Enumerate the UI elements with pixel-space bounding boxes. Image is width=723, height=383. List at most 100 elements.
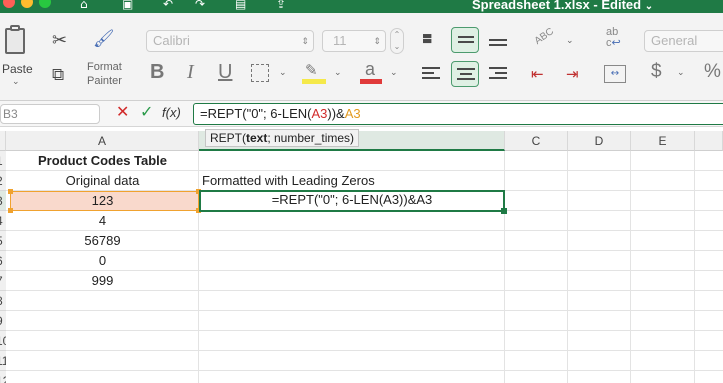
align-left-icon[interactable]	[422, 67, 440, 79]
align-center-button[interactable]	[451, 61, 479, 87]
cell-a3[interactable]: 123	[6, 191, 199, 211]
clipboard-icon[interactable]	[5, 28, 25, 54]
font-color-dropdown-icon[interactable]: ⌄	[390, 68, 398, 78]
font-name-value: Calibri	[153, 33, 190, 48]
gridline	[567, 151, 568, 383]
cell-a7[interactable]: 999	[6, 271, 199, 291]
tooltip-function-name: REPT(	[210, 131, 246, 145]
format-painter-label-2: Painter	[87, 75, 122, 87]
row-header-11[interactable]: 11	[0, 351, 6, 371]
percent-button[interactable]: %	[704, 61, 721, 83]
gridline	[630, 151, 631, 383]
insert-function-button[interactable]: f(x)	[162, 105, 181, 120]
formula-ref-a3-red: A3	[311, 106, 328, 121]
home-icon[interactable]: ⌂	[80, 0, 88, 11]
font-size-select[interactable]: 11 ⇕	[322, 30, 386, 52]
decrease-indent-icon[interactable]: ⇤	[531, 65, 544, 83]
column-header-c[interactable]: C	[505, 131, 568, 151]
bold-button[interactable]: B	[150, 61, 164, 84]
text-orientation-button[interactable]: ABC	[533, 26, 556, 47]
gridline	[694, 151, 695, 383]
format-painter-label[interactable]: Format	[87, 61, 122, 73]
cell-b2[interactable]: Formatted with Leading Zeros	[202, 171, 502, 191]
name-box[interactable]: B3	[0, 104, 100, 124]
italic-button[interactable]: I	[187, 61, 194, 84]
save-icon[interactable]: ▣	[122, 0, 133, 11]
row-header-12[interactable]: 12	[0, 371, 6, 383]
tooltip-active-argument[interactable]: text	[246, 131, 267, 145]
formula-input[interactable]: =REPT("0"; 6-LEN(A3))&A3	[193, 103, 723, 125]
font-color-button[interactable]: a	[360, 59, 382, 85]
formula-text-prefix: =REPT("0"; 6-LEN(	[200, 106, 312, 121]
worksheet-grid[interactable]: A B C D E 1 2 3 4 5 6 7 8 9 10 11 12 Pro…	[0, 127, 723, 383]
underline-button[interactable]: U	[218, 61, 232, 84]
merge-center-icon[interactable]: ↔	[604, 65, 626, 83]
ribbon-toolbar: Paste ⌄ ✂ ⧉ 🖌 Format Painter Calibri ⇕ 1…	[0, 13, 723, 101]
row-header-10[interactable]: 10	[0, 331, 6, 351]
gridline	[6, 310, 723, 311]
currency-button[interactable]: $	[651, 61, 662, 83]
fill-color-icon[interactable]: ✎	[302, 61, 326, 85]
zoom-window-button[interactable]	[39, 0, 51, 8]
align-bottom-icon[interactable]	[489, 39, 509, 46]
document-title-text: Spreadsheet 1.xlsx - Edited	[472, 0, 642, 12]
align-top-icon[interactable]: ▬ ▬	[422, 30, 442, 46]
paste-label[interactable]: Paste	[2, 62, 33, 76]
cell-a1[interactable]: Product Codes Table	[6, 151, 199, 171]
font-name-select[interactable]: Calibri ⇕	[146, 30, 314, 52]
column-header-d[interactable]: D	[568, 131, 631, 151]
borders-dropdown-icon[interactable]: ⌄	[279, 68, 287, 78]
tooltip-remaining-arguments[interactable]: ; number_times)	[267, 131, 354, 145]
gridline	[6, 330, 723, 331]
cancel-x-icon[interactable]: ✕	[116, 102, 129, 121]
chevron-down-icon: ⌄	[644, 1, 654, 12]
wrap-text-button[interactable]: ab c↩	[606, 27, 621, 49]
paste-dropdown-icon[interactable]: ⌄	[12, 77, 20, 87]
column-header-f[interactable]	[695, 131, 723, 151]
up-down-chevron-icon: ⇕	[373, 36, 381, 46]
cell-b3-formula[interactable]: =REPT("0"; 6-LEN(A3))&A3	[199, 191, 505, 211]
orientation-dropdown-icon[interactable]: ⌄	[566, 36, 574, 46]
align-right-icon[interactable]	[489, 67, 509, 79]
undo-icon[interactable]: ↶	[163, 0, 173, 11]
font-size-value: 11	[333, 33, 347, 48]
increase-indent-icon[interactable]: ⇥	[566, 65, 579, 83]
close-window-button[interactable]	[3, 0, 15, 8]
formula-ref-a3-orange: A3	[344, 106, 361, 121]
cell-a2[interactable]: Original data	[6, 171, 199, 191]
title-bar: ⌂ ▣ ↶ ↷ ▤ ⇪ Spreadsheet 1.xlsx - Edited …	[0, 0, 723, 13]
fill-color-dropdown-icon[interactable]: ⌄	[334, 68, 342, 78]
document-title[interactable]: Spreadsheet 1.xlsx - Edited ⌄	[472, 0, 653, 12]
formula-bar: B3 ✕ ✓ f(x) =REPT("0"; 6-LEN(A3))&A3	[0, 101, 723, 127]
font-color-swatch	[360, 79, 382, 84]
gridline	[6, 350, 723, 351]
align-middle-button[interactable]	[451, 27, 479, 53]
gridline	[6, 370, 723, 371]
borders-icon[interactable]	[251, 64, 269, 82]
cell-a4[interactable]: 4	[6, 211, 199, 231]
copy-icon[interactable]: ⧉	[52, 65, 64, 85]
up-down-chevron-icon: ⇕	[301, 36, 309, 46]
number-format-value: General	[651, 33, 698, 48]
confirm-check-icon[interactable]: ✓	[140, 102, 153, 121]
print-icon[interactable]: ▤	[235, 0, 246, 11]
formula-text-middle: ))&	[327, 106, 345, 121]
clipboard-clip-icon	[10, 25, 20, 31]
row-header-9[interactable]: 9	[0, 311, 6, 331]
cell-a6[interactable]: 0	[6, 251, 199, 271]
cell-a5[interactable]: 56789	[6, 231, 199, 251]
currency-dropdown-icon[interactable]: ⌄	[677, 68, 685, 78]
redo-icon[interactable]: ↷	[195, 0, 205, 11]
minimize-window-button[interactable]	[21, 0, 33, 8]
function-argument-tooltip: REPT(text; number_times)	[205, 129, 360, 147]
format-painter-icon[interactable]: 🖌	[93, 29, 115, 49]
font-size-stepper[interactable]: ⌃ ⌄	[390, 28, 404, 54]
font-color-letter: a	[365, 59, 376, 79]
column-header-a[interactable]: A	[6, 131, 199, 151]
column-header-e[interactable]: E	[631, 131, 695, 151]
share-icon[interactable]: ⇪	[276, 0, 286, 11]
cut-icon[interactable]: ✂	[52, 30, 67, 51]
number-format-select[interactable]: General	[644, 30, 723, 52]
row-header-8[interactable]: 8	[0, 291, 6, 311]
gridline	[504, 151, 505, 383]
